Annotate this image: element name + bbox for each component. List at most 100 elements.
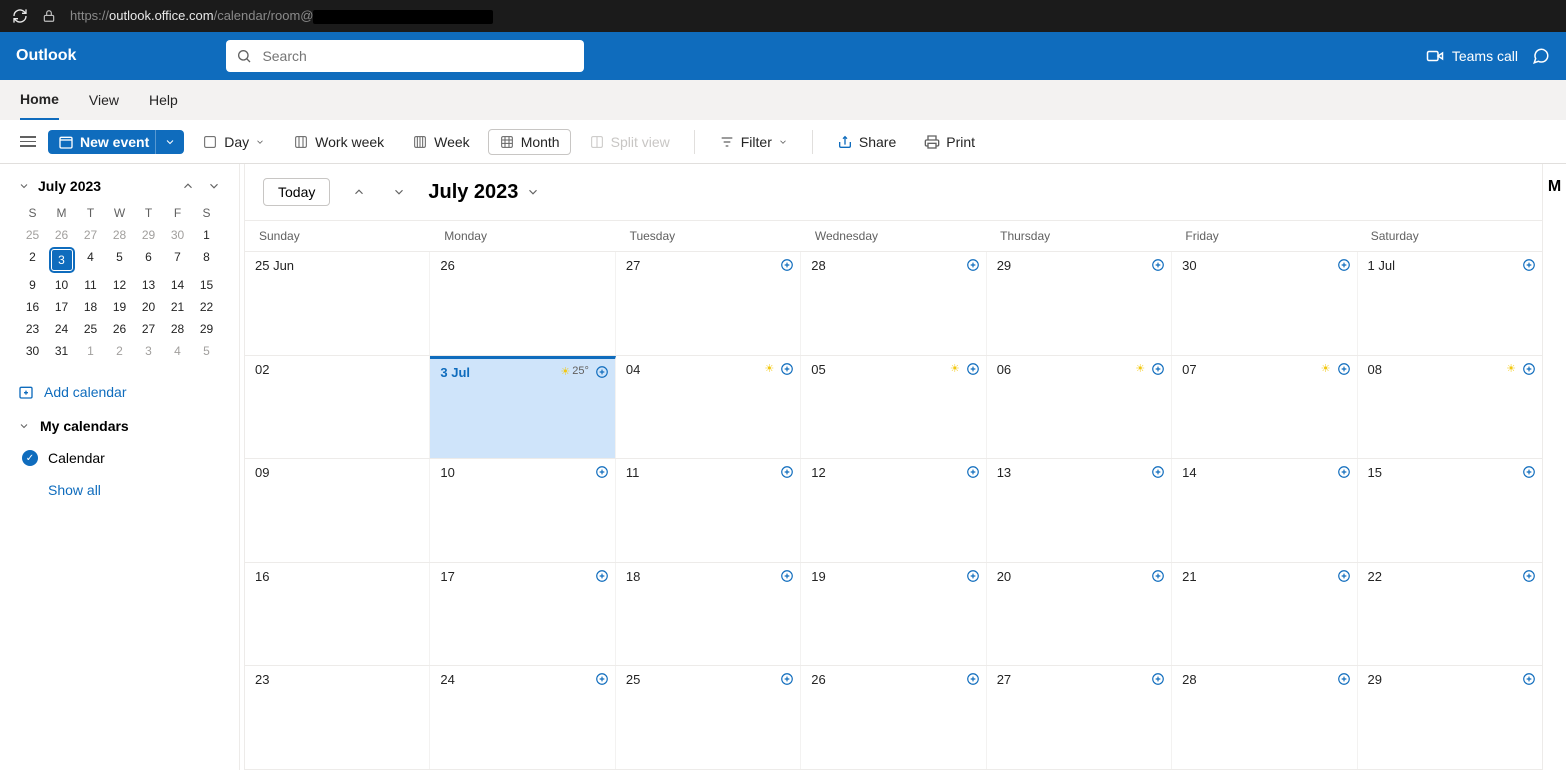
chat-icon[interactable] xyxy=(1532,47,1550,65)
mini-day-cell[interactable]: 28 xyxy=(105,224,134,246)
print-button[interactable]: Print xyxy=(914,130,985,154)
refresh-icon[interactable] xyxy=(12,8,28,24)
mini-day-cell[interactable]: 14 xyxy=(163,274,192,296)
mini-day-cell[interactable]: 12 xyxy=(105,274,134,296)
prev-month-icon[interactable] xyxy=(181,179,195,193)
today-button[interactable]: Today xyxy=(263,178,330,206)
hamburger-menu[interactable] xyxy=(16,132,40,151)
view-day-button[interactable]: Day xyxy=(192,130,275,154)
mini-day-cell[interactable]: 18 xyxy=(76,296,105,318)
day-cell[interactable]: 20 xyxy=(987,563,1172,666)
add-event-button[interactable] xyxy=(780,465,794,479)
mini-day-cell[interactable]: 29 xyxy=(134,224,163,246)
view-month-button[interactable]: Month xyxy=(488,129,571,155)
day-cell[interactable]: 06☀ xyxy=(987,356,1172,459)
day-cell[interactable]: 15 xyxy=(1358,459,1542,562)
mini-day-cell[interactable]: 1 xyxy=(192,224,221,246)
day-cell[interactable]: 17 xyxy=(430,563,615,666)
weather-indicator[interactable]: ☀ xyxy=(1135,362,1145,375)
mini-day-cell[interactable]: 30 xyxy=(18,340,47,362)
mini-day-cell[interactable]: 1 xyxy=(76,340,105,362)
add-event-button[interactable] xyxy=(1337,569,1351,583)
add-event-button[interactable] xyxy=(1522,569,1536,583)
day-cell[interactable]: 27 xyxy=(987,666,1172,769)
mini-day-cell[interactable]: 5 xyxy=(105,246,134,274)
day-cell[interactable]: 28 xyxy=(801,252,986,355)
add-event-button[interactable] xyxy=(1522,258,1536,272)
mini-day-cell[interactable]: 24 xyxy=(47,318,76,340)
day-cell[interactable]: 14 xyxy=(1172,459,1357,562)
day-cell[interactable]: 07☀ xyxy=(1172,356,1357,459)
mini-day-cell[interactable]: 9 xyxy=(18,274,47,296)
mini-day-cell[interactable]: 2 xyxy=(18,246,47,274)
add-event-button[interactable] xyxy=(595,569,609,583)
day-cell[interactable]: 10 xyxy=(430,459,615,562)
mini-day-cell[interactable]: 4 xyxy=(163,340,192,362)
share-button[interactable]: Share xyxy=(827,130,906,154)
day-cell[interactable]: 3 Jul☀25° xyxy=(430,356,615,459)
search-input[interactable] xyxy=(260,47,574,65)
new-event-button[interactable]: New event xyxy=(48,130,159,154)
mini-day-cell[interactable]: 30 xyxy=(163,224,192,246)
add-event-button[interactable] xyxy=(1151,672,1165,686)
add-event-button[interactable] xyxy=(1522,465,1536,479)
mini-day-cell[interactable]: 26 xyxy=(105,318,134,340)
filter-button[interactable]: Filter xyxy=(709,130,798,154)
day-cell[interactable]: 09 xyxy=(245,459,430,562)
weather-indicator[interactable]: ☀ xyxy=(1506,362,1516,375)
add-event-button[interactable] xyxy=(595,365,609,379)
mini-day-cell[interactable]: 6 xyxy=(134,246,163,274)
weather-indicator[interactable]: ☀25° xyxy=(560,365,589,378)
add-event-button[interactable] xyxy=(966,672,980,686)
day-cell[interactable]: 05☀ xyxy=(801,356,986,459)
prev-period-button[interactable] xyxy=(348,181,370,203)
day-cell[interactable]: 13 xyxy=(987,459,1172,562)
add-calendar-link[interactable]: Add calendar xyxy=(18,376,221,408)
add-event-button[interactable] xyxy=(1522,362,1536,376)
mini-day-cell[interactable]: 27 xyxy=(134,318,163,340)
add-event-button[interactable] xyxy=(966,362,980,376)
mini-day-cell[interactable]: 26 xyxy=(47,224,76,246)
day-cell[interactable]: 18 xyxy=(616,563,801,666)
mini-day-cell[interactable]: 19 xyxy=(105,296,134,318)
add-event-button[interactable] xyxy=(1151,569,1165,583)
day-cell[interactable]: 29 xyxy=(987,252,1172,355)
url-text[interactable]: https://outlook.office.com/calendar/room… xyxy=(70,8,493,24)
mini-day-cell[interactable]: 23 xyxy=(18,318,47,340)
mini-day-cell[interactable]: 2 xyxy=(105,340,134,362)
add-event-button[interactable] xyxy=(966,258,980,272)
day-cell[interactable]: 19 xyxy=(801,563,986,666)
mini-day-cell[interactable]: 27 xyxy=(76,224,105,246)
mini-day-cell[interactable]: 4 xyxy=(76,246,105,274)
weather-indicator[interactable]: ☀ xyxy=(1321,362,1331,375)
day-cell[interactable]: 25 xyxy=(616,666,801,769)
add-event-button[interactable] xyxy=(1151,465,1165,479)
day-cell[interactable]: 27 xyxy=(616,252,801,355)
day-cell[interactable]: 28 xyxy=(1172,666,1357,769)
mini-day-cell[interactable]: 21 xyxy=(163,296,192,318)
weather-indicator[interactable]: ☀ xyxy=(764,362,774,375)
add-event-button[interactable] xyxy=(780,672,794,686)
mini-day-cell[interactable]: 31 xyxy=(47,340,76,362)
view-week-button[interactable]: Week xyxy=(402,130,480,154)
mini-day-cell[interactable]: 29 xyxy=(192,318,221,340)
add-event-button[interactable] xyxy=(1522,672,1536,686)
day-cell[interactable]: 08☀ xyxy=(1358,356,1542,459)
add-event-button[interactable] xyxy=(966,465,980,479)
mini-calendar-title[interactable]: July 2023 xyxy=(18,178,101,194)
day-cell[interactable]: 22 xyxy=(1358,563,1542,666)
tab-view[interactable]: View xyxy=(89,80,119,120)
add-event-button[interactable] xyxy=(1337,465,1351,479)
my-calendars-section[interactable]: My calendars xyxy=(18,408,221,444)
mini-day-cell[interactable]: 11 xyxy=(76,274,105,296)
day-cell[interactable]: 30 xyxy=(1172,252,1357,355)
search-box[interactable] xyxy=(226,40,584,72)
next-period-button[interactable] xyxy=(388,181,410,203)
tab-help[interactable]: Help xyxy=(149,80,178,120)
day-cell[interactable]: 02 xyxy=(245,356,430,459)
mini-day-cell[interactable]: 15 xyxy=(192,274,221,296)
add-event-button[interactable] xyxy=(966,569,980,583)
mini-day-cell[interactable]: 16 xyxy=(18,296,47,318)
mini-day-cell[interactable]: 25 xyxy=(76,318,105,340)
mini-day-cell[interactable]: 25 xyxy=(18,224,47,246)
